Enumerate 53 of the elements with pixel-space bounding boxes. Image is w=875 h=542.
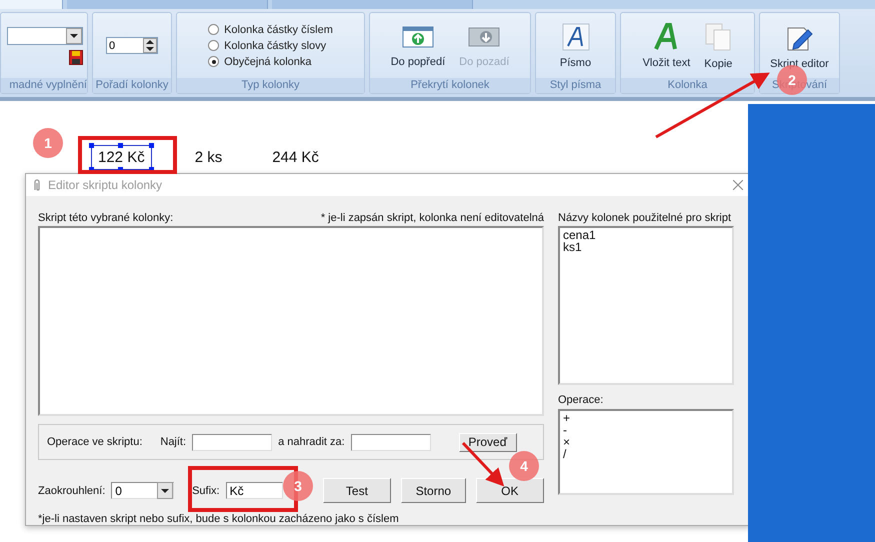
dialog-button[interactable]: OK bbox=[476, 478, 544, 503]
dialog-button[interactable]: Storno bbox=[401, 478, 466, 503]
caret-icon bbox=[69, 32, 79, 38]
document-text-field[interactable]: 2 ks bbox=[188, 144, 230, 170]
find-label: Najít: bbox=[160, 436, 186, 448]
insert-text-icon bbox=[653, 22, 680, 50]
font-icon bbox=[562, 22, 590, 50]
script-label: Skript této vybrané kolonky: bbox=[38, 212, 174, 224]
caret-icon bbox=[160, 488, 170, 494]
close-icon[interactable] bbox=[733, 180, 743, 190]
group-label: Překrytí kolonek bbox=[370, 78, 530, 93]
script-note: * je-li zapsán skript, kolonka není editovatelná bbox=[320, 212, 544, 224]
dropdown[interactable] bbox=[7, 26, 83, 44]
dialog-button[interactable]: Test bbox=[322, 478, 392, 503]
list-item[interactable]: / bbox=[563, 448, 729, 460]
group-label: Typ kolonky bbox=[177, 78, 364, 93]
paperclip-icon bbox=[32, 178, 42, 192]
list-item[interactable]: cena1 bbox=[563, 229, 729, 241]
find-field[interactable] bbox=[192, 434, 272, 450]
document-text-field[interactable]: 244 Kč bbox=[265, 144, 326, 170]
ribbon-button[interactable]: Vložit text bbox=[638, 20, 694, 70]
list-item[interactable]: + bbox=[563, 412, 729, 424]
ribbon-button[interactable]: Kopie bbox=[700, 20, 736, 72]
footnote: *je-li nastaven skript nebo sufix, bude s kolonkou zacházeno jako s číslem bbox=[38, 513, 400, 525]
suffix-label: Sufix: bbox=[192, 484, 220, 496]
rounding-dropdown[interactable]: 0 bbox=[111, 482, 174, 499]
replace-label: a nahradit za: bbox=[278, 436, 345, 448]
rounding-label: Zaokrouhlení: bbox=[38, 484, 106, 496]
ribbon-button[interactable]: Písmo bbox=[556, 20, 596, 70]
copy-icon bbox=[704, 22, 732, 52]
operations-label: Operace ve skriptu: bbox=[47, 436, 142, 448]
radio-option[interactable]: Kolonka částky slovy bbox=[208, 40, 333, 52]
group-label: Pořadí kolonky bbox=[93, 78, 171, 93]
operators-label: Operace: bbox=[558, 394, 604, 406]
radio-option[interactable]: Obyčejná kolonka bbox=[208, 56, 333, 68]
suffix-field[interactable]: Kč bbox=[226, 482, 283, 499]
bring-front-icon bbox=[402, 24, 434, 50]
order-spinner[interactable]: 0 bbox=[106, 37, 158, 54]
step-badge: 1 bbox=[33, 128, 63, 158]
save-icon[interactable] bbox=[69, 50, 83, 64]
list-item[interactable]: ks1 bbox=[563, 241, 729, 253]
list-item[interactable]: - bbox=[563, 424, 729, 436]
list-item[interactable]: × bbox=[563, 436, 729, 448]
group-label: madné vyplnění bbox=[1, 78, 87, 93]
apply-button[interactable]: Proveď bbox=[458, 432, 517, 452]
document-text-field[interactable]: 122 Kč bbox=[91, 144, 152, 170]
group-label: Kolonka bbox=[621, 78, 754, 93]
radio-option[interactable]: Kolonka částky číslem bbox=[208, 24, 333, 36]
ribbon-button[interactable]: Do popředí bbox=[386, 22, 450, 70]
dialog-title: Editor skriptu kolonky bbox=[48, 178, 164, 192]
group-label: Styl písma bbox=[536, 78, 615, 93]
replace-field[interactable] bbox=[350, 434, 431, 450]
columns-label: Názvy kolonek použitelné pro skript bbox=[558, 212, 732, 224]
